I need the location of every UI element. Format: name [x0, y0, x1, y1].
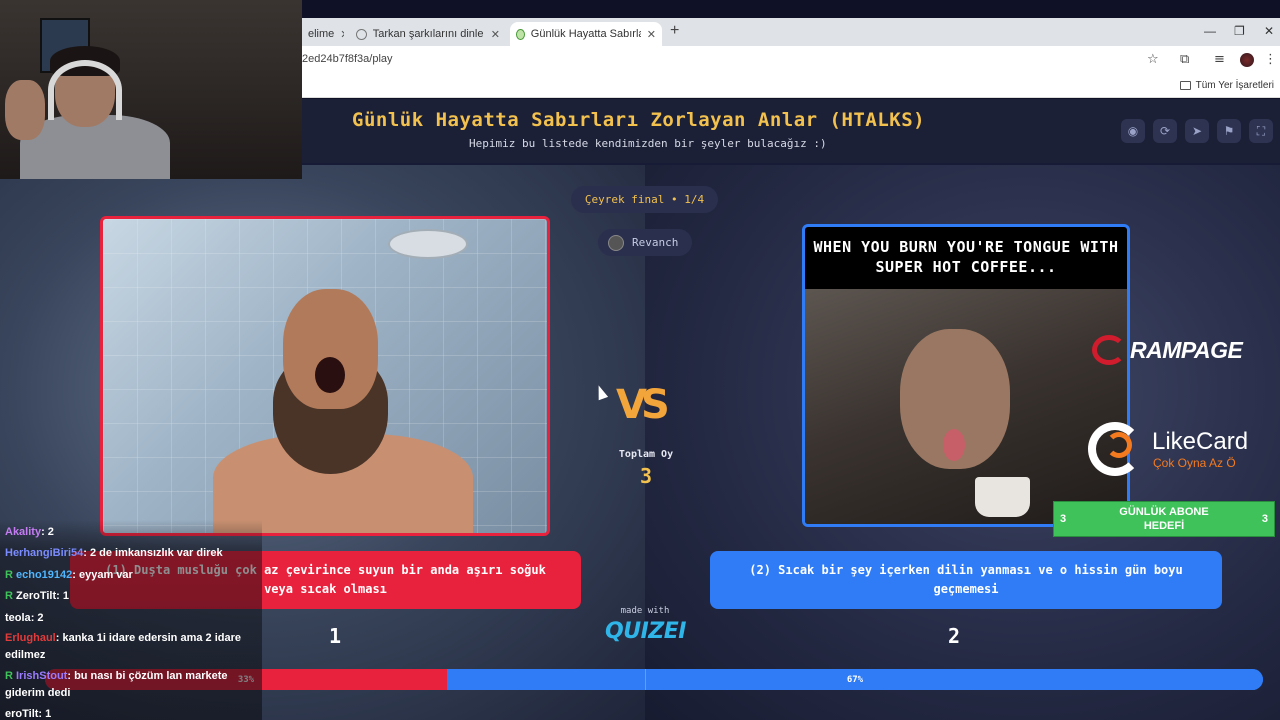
- option-left-number: 1: [328, 624, 342, 648]
- tab-title: elime: [308, 28, 335, 40]
- browser-tab[interactable]: Tarkan şarkılarını dinle ve tahmi ✕: [350, 22, 506, 46]
- url-field[interactable]: 2ed24b7f8f3a/play: [302, 53, 393, 65]
- option-right-card[interactable]: WHEN YOU BURN YOU'RE TONGUE WITH SUPER H…: [802, 224, 1130, 527]
- option-right-button[interactable]: (2) Sıcak bir şey içerken dilin yanması …: [710, 551, 1222, 609]
- made-with-label: made with: [620, 606, 670, 616]
- rampage-text: RAMPAGE: [1130, 336, 1243, 363]
- chat-text: : 2 de imkansızlık var direk: [83, 547, 223, 559]
- chat-badge-icon: R: [5, 670, 16, 682]
- revanch-label: Revanch: [632, 236, 679, 249]
- option-left-card[interactable]: [100, 216, 550, 536]
- chat-username[interactable]: echo19142: [16, 569, 72, 581]
- browser-tab-active[interactable]: Günlük Hayatta Sabırları Zorlay ✕: [510, 22, 662, 46]
- chat-text: : eyyam var: [72, 569, 133, 581]
- chat-badge-icon: R: [5, 590, 16, 602]
- chat-badge-icon: R: [5, 569, 16, 581]
- close-tab-icon[interactable]: ✕: [647, 28, 656, 41]
- chat-message: R ZeroTilt: 1: [5, 588, 257, 605]
- chat-message: eroTilt: 1: [5, 706, 257, 720]
- chat-username[interactable]: teola: [5, 612, 31, 624]
- chat-message: teola: 2: [5, 610, 257, 627]
- likecard-slogan: Çok Oyna Az Ö: [1153, 456, 1236, 470]
- all-bookmarks[interactable]: Tüm Yer İşaretleri: [1179, 80, 1274, 91]
- meme-caption: WHEN YOU BURN YOU'RE TONGUE WITH SUPER H…: [813, 238, 1119, 276]
- chat-text: : 2: [30, 612, 44, 624]
- new-tab-button[interactable]: +: [670, 22, 679, 40]
- window-close-icon[interactable]: ✕: [1264, 24, 1274, 38]
- goal-current: 3: [1060, 513, 1067, 525]
- chat-message: R IrishStout: bu nası bi çözüm lan marke…: [5, 668, 257, 702]
- coffee-cup: [975, 477, 1030, 517]
- all-bookmarks-label: Tüm Yer İşaretleri: [1195, 80, 1274, 91]
- address-bar: 2ed24b7f8f3a/play ☆ ⧉ ≡ ⋮: [302, 46, 1280, 74]
- stream-chat: Akality: 2 HerhangiBiri54: 2 de imkansızl…: [0, 520, 262, 720]
- goal-title: GÜNLÜK ABONE HEDEFİ: [1119, 506, 1209, 532]
- chat-text: : 2: [41, 526, 54, 538]
- bookmark-star-icon[interactable]: ☆: [1147, 52, 1159, 67]
- avatar: [608, 234, 624, 251]
- option-right-number: 2: [947, 624, 961, 648]
- menu-icon[interactable]: ⋮: [1264, 52, 1277, 67]
- chat-username[interactable]: eroTilt: [5, 708, 38, 720]
- page-title: Günlük Hayatta Sabırları Zorlayan Anlar …: [352, 109, 926, 131]
- fullscreen-icon[interactable]: ⛶: [1249, 119, 1273, 143]
- vote-bar-midline: [645, 669, 646, 690]
- man-mouth: [315, 357, 345, 393]
- quizei-logo[interactable]: QUIZEI: [598, 619, 693, 644]
- rampage-logo-icon: [1092, 335, 1126, 365]
- rampage-sponsor: RAMPAGE: [1092, 333, 1277, 367]
- flag-icon[interactable]: ⚑: [1217, 119, 1241, 143]
- round-indicator: Çeyrek final • 1/4: [571, 186, 718, 213]
- site-favicon-icon: [516, 28, 525, 40]
- chat-message: HerhangiBiri54: 2 de imkansızlık var dir…: [5, 545, 257, 562]
- chat-username[interactable]: HerhangiBiri54: [5, 547, 83, 559]
- subscriber-goal: 3 GÜNLÜK ABONE HEDEFİ 3: [1053, 501, 1275, 537]
- chat-text: : 1: [56, 590, 69, 602]
- vote-bar-right: 67%: [446, 669, 1263, 690]
- total-votes-value: 3: [639, 464, 653, 488]
- tab-title: Günlük Hayatta Sabırları Zorlay: [530, 28, 641, 40]
- goal-target: 3: [1261, 513, 1268, 525]
- share-icon[interactable]: ⟳: [1153, 119, 1177, 143]
- send-icon[interactable]: ➤: [1185, 119, 1209, 143]
- tab-title: Tarkan şarkılarını dinle ve tahmi: [372, 28, 485, 40]
- close-tab-icon[interactable]: ✕: [491, 28, 500, 41]
- media-icon[interactable]: ≡: [1214, 52, 1225, 67]
- chat-message: Akality: 2: [5, 524, 257, 541]
- total-votes-label: Toplam Oy: [618, 449, 674, 460]
- profile-avatar[interactable]: [1240, 53, 1254, 67]
- likecard-logo-accent: [1106, 432, 1132, 458]
- chat-message: Erlughaul: kanka 1i idare edersin ama 2 …: [5, 630, 257, 664]
- revanch-button[interactable]: Revanch: [598, 229, 692, 256]
- minimize-icon[interactable]: —: [1204, 24, 1216, 38]
- eye-icon[interactable]: ◉: [1121, 119, 1145, 143]
- likecard-text: LikeCard: [1152, 428, 1249, 455]
- chat-username[interactable]: IrishStout: [16, 670, 67, 682]
- shower-head: [388, 229, 468, 259]
- play-icon: [356, 28, 367, 40]
- headset-icon: [48, 60, 122, 120]
- chat-message: R echo19142: eyyam var: [5, 567, 257, 584]
- page-subtitle: Hepimiz bu listede kendimizden bir şeyle…: [469, 137, 827, 150]
- webcam-overlay: [0, 0, 302, 179]
- extensions-icon[interactable]: ⧉: [1180, 52, 1189, 67]
- meme-image: [805, 289, 1127, 524]
- likecard-sponsor: LikeCard Çok Oyna Az Ö: [1088, 422, 1278, 482]
- chat-username[interactable]: Erlughaul: [5, 632, 56, 644]
- chat-username[interactable]: Akality: [5, 526, 41, 538]
- chat-text: : 1: [38, 708, 52, 720]
- bookmark-bar: Tüm Yer İşaretleri: [302, 74, 1280, 98]
- meme-tongue: [943, 429, 965, 461]
- browser-tab[interactable]: elime ✕: [302, 22, 344, 46]
- restore-icon[interactable]: ❐: [1234, 24, 1245, 38]
- vs-icon: VS: [616, 382, 670, 428]
- streamer-arm: [5, 80, 45, 140]
- chat-username[interactable]: ZeroTilt: [16, 590, 56, 602]
- close-tab-icon[interactable]: ✕: [340, 28, 344, 41]
- browser-tab-bar: elime ✕ Tarkan şarkılarını dinle ve tahm…: [302, 18, 1280, 46]
- folder-icon: [1179, 81, 1191, 90]
